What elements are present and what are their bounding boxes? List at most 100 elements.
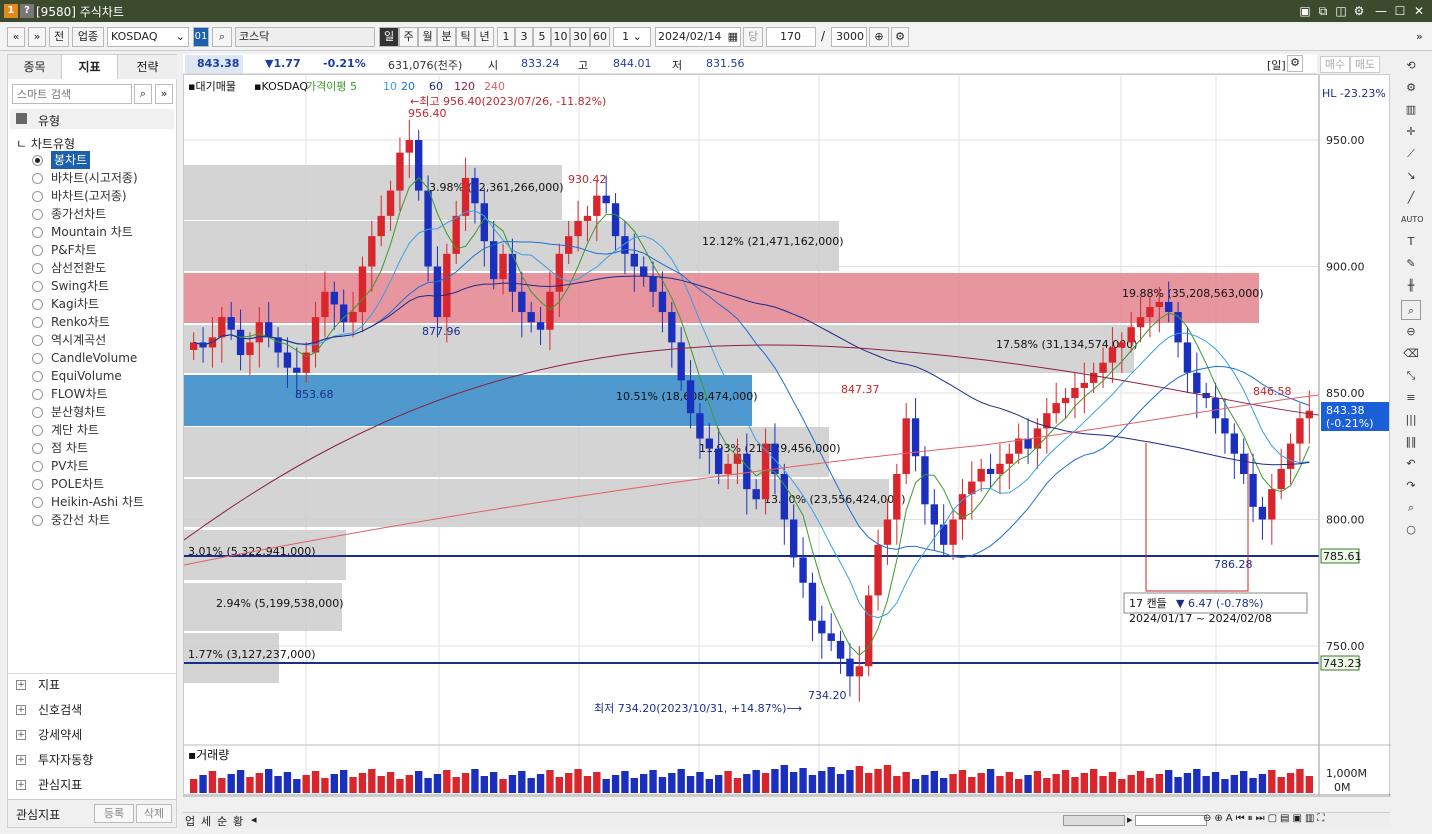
chart-type-option[interactable]: EquiVolume <box>32 367 122 385</box>
tab-tick[interactable]: 틱 <box>456 27 475 47</box>
tree-root[interactable]: ㄴ 차트유형 <box>16 135 75 152</box>
tab-day[interactable]: 일 <box>379 27 399 47</box>
radio-icon[interactable] <box>32 262 43 274</box>
radio-icon[interactable] <box>32 514 43 526</box>
n-1-button[interactable]: 1 <box>497 27 515 47</box>
collapse-icon[interactable]: » <box>155 84 173 104</box>
group-strength[interactable]: + 강세약세 <box>16 725 82 745</box>
chart-type-option[interactable]: Swing차트 <box>32 277 109 295</box>
vline-icon[interactable]: ||| <box>1401 410 1421 430</box>
chart-type-option[interactable]: 종가선차트 <box>32 205 106 223</box>
radio-icon[interactable] <box>32 388 43 400</box>
group-signal[interactable]: + 신호검색 <box>16 700 82 720</box>
chart-type-option[interactable]: Renko차트 <box>32 313 110 331</box>
date-input[interactable]: 2024/02/14 ▦ <box>655 27 741 47</box>
search-icon[interactable]: ⌕ <box>134 84 152 104</box>
scroll-right-icon[interactable]: ▸ <box>1127 813 1133 826</box>
n-3-button[interactable]: 3 <box>515 27 533 47</box>
chart-type-option[interactable]: Mountain 차트 <box>32 223 133 241</box>
radio-icon[interactable] <box>32 334 43 346</box>
buy-button[interactable]: 매수 <box>1320 56 1350 73</box>
chart-type-option[interactable]: 바차트(시고저종) <box>32 169 138 187</box>
radio-icon[interactable] <box>32 298 43 310</box>
zoom-out-icon[interactable]: ⊖ <box>1401 322 1421 342</box>
radio-icon[interactable] <box>32 370 43 382</box>
zoom-in-icon[interactable]: ⊕ <box>869 27 889 47</box>
chevron-down-icon[interactable]: ⌄ <box>176 28 185 46</box>
chart-type-option[interactable]: 봉차트 <box>32 151 91 169</box>
radio-icon[interactable] <box>32 172 43 184</box>
erase-icon[interactable]: ⌫ <box>1401 344 1421 364</box>
smart-search-input[interactable] <box>12 84 132 104</box>
radio-icon[interactable] <box>32 226 43 238</box>
radio-icon[interactable] <box>32 352 43 364</box>
delete-button[interactable]: 삭제 <box>136 804 172 823</box>
tab-stock[interactable]: 종목 <box>8 55 62 79</box>
bottom-tab-1[interactable]: 업 <box>185 813 195 829</box>
copy-icon[interactable]: ⧉ <box>1315 3 1331 19</box>
calendar-icon[interactable]: ▦ <box>728 28 738 46</box>
magnifier-icon[interactable]: ⌕ <box>1401 498 1421 518</box>
settings-icon[interactable]: ⚙ <box>891 27 909 47</box>
radio-icon[interactable] <box>32 190 43 202</box>
tab-indicator[interactable]: 지표 <box>62 55 118 79</box>
trend-line-icon[interactable]: ⟋ <box>1401 144 1421 164</box>
radio-icon[interactable] <box>32 244 43 256</box>
radio-icon[interactable] <box>32 316 43 328</box>
chart-type-option[interactable]: PV차트 <box>32 457 89 475</box>
chart-type-option[interactable]: POLE차트 <box>32 475 104 493</box>
chart-type-option[interactable]: 분산형차트 <box>32 403 106 421</box>
radio-icon[interactable] <box>32 460 43 472</box>
register-button[interactable]: 등록 <box>94 804 134 823</box>
maximize-icon[interactable]: ☐ <box>1392 3 1408 19</box>
chart-type-option[interactable]: 중간선 차트 <box>32 511 110 529</box>
chart-type-option[interactable]: 바차트(고저종) <box>32 187 127 205</box>
layout-icon[interactable]: ▣ <box>1297 3 1313 19</box>
auto-icon[interactable]: AUTO <box>1401 210 1424 230</box>
sell-button[interactable]: 매도 <box>1350 56 1380 73</box>
tab-week[interactable]: 주 <box>399 27 418 47</box>
chart-area[interactable]: 3.98% (12,361,266,000) 12.12% (21,471,162… <box>183 74 1391 798</box>
radio-icon[interactable] <box>32 280 43 292</box>
circle-icon[interactable]: ○ <box>1401 520 1421 540</box>
total-input[interactable]: 3000 <box>831 27 867 47</box>
chart-type-option[interactable]: 삼선전환도 <box>32 259 106 277</box>
n-60-button[interactable]: 60 <box>590 27 610 47</box>
bars-icon[interactable]: ‖‖ <box>1401 432 1421 452</box>
ray-icon[interactable]: ↘ <box>1401 166 1421 186</box>
count-input[interactable]: 170 <box>766 27 816 47</box>
help-icon[interactable]: ? <box>20 4 34 18</box>
section-header[interactable]: 유형 <box>10 109 174 129</box>
gear-icon[interactable]: ⚙ <box>1287 55 1303 72</box>
price-chart[interactable]: 3.98% (12,361,266,000) 12.12% (21,471,162… <box>184 75 1391 798</box>
redo-icon[interactable]: ↷ <box>1401 476 1421 496</box>
tab-month[interactable]: 월 <box>418 27 437 47</box>
chart-type-option[interactable]: 점 차트 <box>32 439 88 457</box>
tab-minute[interactable]: 분 <box>437 27 456 47</box>
gear-icon[interactable]: ⚙ <box>1351 3 1367 19</box>
fit-icon[interactable]: ⤡ <box>1401 366 1421 386</box>
zoom-slider[interactable] <box>1135 815 1207 826</box>
count-label[interactable]: 당 <box>743 27 763 47</box>
sector-button[interactable]: 업종 <box>72 27 104 47</box>
crosshair-icon[interactable]: ✛ <box>1401 122 1421 142</box>
prev-button[interactable]: 전 <box>49 27 69 47</box>
unit-select[interactable]: 1 ⌄ <box>613 27 651 47</box>
tab-year[interactable]: 년 <box>475 27 494 47</box>
n-10-button[interactable]: 10 <box>551 27 570 47</box>
chart-icon[interactable]: ▥ <box>1401 100 1421 120</box>
scroll-left-icon[interactable]: ◂ <box>251 813 257 826</box>
close-icon[interactable]: ✕ <box>1411 3 1427 19</box>
minimize-icon[interactable]: — <box>1373 3 1389 19</box>
group-indicator[interactable]: + 지표 <box>16 675 60 695</box>
refresh-icon[interactable]: ⟲ <box>1401 56 1421 76</box>
gear-icon[interactable]: ⚙ <box>1401 78 1421 98</box>
radio-icon[interactable] <box>32 496 43 508</box>
group-favorites[interactable]: + 관심지표 <box>16 775 82 795</box>
chart-type-option[interactable]: CandleVolume <box>32 349 137 367</box>
bottom-tab-2[interactable]: 세 <box>201 813 211 829</box>
bottom-tab-4[interactable]: 황 <box>233 813 243 829</box>
radio-icon[interactable] <box>32 406 43 418</box>
n-30-button[interactable]: 30 <box>570 27 590 47</box>
chart-type-option[interactable]: Kagi차트 <box>32 295 99 313</box>
